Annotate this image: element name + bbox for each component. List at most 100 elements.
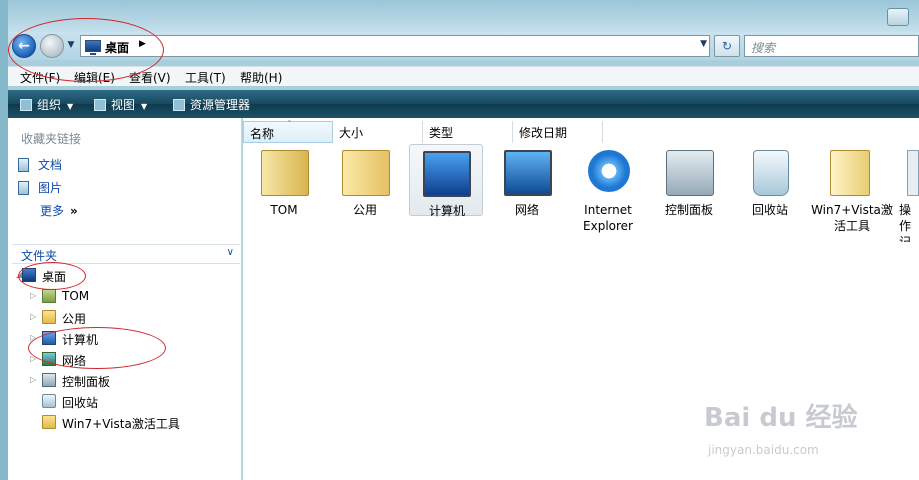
title-bar — [8, 0, 919, 32]
tree-label: 控制面板 — [62, 375, 111, 389]
forward-button[interactable] — [40, 34, 64, 58]
column-header-name[interactable]: ⌃ 名称 — [243, 119, 333, 143]
minimize-button[interactable] — [887, 8, 909, 26]
organize-icon — [20, 99, 32, 111]
column-header-date[interactable]: 修改日期 — [513, 121, 603, 143]
tree-label: 网络 — [62, 354, 87, 368]
chevron-right-icon[interactable]: ▶ — [139, 39, 146, 49]
user-folder-icon — [42, 289, 56, 303]
menu-edit[interactable]: 编辑(E) — [74, 69, 115, 86]
file-label: Internet Explorer — [583, 203, 633, 233]
views-button[interactable]: 视图 ▼ — [94, 96, 147, 113]
folder-icon — [830, 150, 870, 196]
watermark-logo: Bai du 经验 — [704, 403, 858, 433]
favorite-label: 图片 — [38, 181, 63, 195]
sort-ascending-icon: ⌃ — [286, 119, 293, 128]
address-location[interactable]: 桌面 — [105, 39, 129, 56]
tree-item-desktop[interactable]: ◢ 桌面 — [16, 266, 216, 286]
expander-icon[interactable]: ▷ — [30, 333, 36, 342]
tree-label: 公用 — [62, 312, 87, 326]
search-input[interactable]: 搜索 — [744, 35, 919, 57]
menu-help[interactable]: 帮助(H) — [240, 69, 282, 86]
computer-icon — [42, 331, 56, 345]
expander-icon[interactable]: ▷ — [30, 312, 36, 321]
file-label: 操作记 — [899, 203, 912, 242]
tree-label: TOM — [62, 289, 90, 303]
file-item-activator[interactable]: Win7+Vista激活工具 — [810, 144, 894, 242]
control-panel-icon — [666, 150, 714, 196]
file-item-internet-explorer[interactable]: Internet Explorer — [569, 144, 647, 242]
network-icon — [42, 352, 56, 366]
favorite-label: 文档 — [38, 158, 63, 172]
network-icon — [504, 150, 552, 196]
watermark-url: jingyan.baidu.com — [708, 443, 819, 457]
column-label: 名称 — [250, 127, 275, 141]
address-bar[interactable]: 桌面 ▶ ▼ — [80, 35, 710, 57]
double-chevron-icon: » — [70, 204, 78, 218]
address-toolbar: ← ▼ 桌面 ▶ ▼ ↻ 搜索 — [8, 32, 919, 60]
chevron-down-icon[interactable]: ∨ — [227, 247, 234, 258]
chevron-down-icon[interactable]: ▼ — [700, 39, 707, 49]
favorite-link-documents[interactable]: 文档 — [18, 156, 62, 174]
file-item-network[interactable]: 网络 — [488, 144, 566, 242]
chevron-down-icon: ▼ — [141, 102, 148, 111]
menu-view[interactable]: 查看(V) — [129, 69, 171, 86]
more-label: 更多 — [40, 204, 65, 218]
tree-item-recycle-bin[interactable]: 回收站 — [30, 392, 230, 412]
tree-item-activator[interactable]: Win7+Vista激活工具 — [30, 413, 240, 433]
back-button[interactable]: ← — [12, 34, 36, 58]
history-dropdown-icon[interactable]: ▼ — [66, 40, 76, 50]
column-header-size[interactable]: 大小 — [333, 121, 423, 143]
explorer-label: 资源管理器 — [190, 98, 251, 112]
file-label: 计算机 — [428, 204, 465, 218]
folders-label: 文件夹 — [21, 249, 58, 263]
tree-item-network[interactable]: ▷ 网络 — [30, 350, 230, 370]
column-label: 大小 — [339, 126, 364, 140]
favorite-link-pictures[interactable]: 图片 — [18, 179, 62, 197]
file-item-tom[interactable]: TOM — [245, 144, 323, 242]
file-label: 公用 — [352, 203, 377, 217]
refresh-button[interactable]: ↻ — [714, 35, 740, 57]
folder-icon — [42, 310, 56, 324]
recycle-bin-icon — [753, 150, 789, 196]
command-bar: 组织 ▼ 视图 ▼ 资源管理器 — [8, 90, 919, 118]
organize-button[interactable]: 组织 ▼ — [20, 96, 73, 113]
tree-item-control-panel[interactable]: ▷ 控制面板 — [30, 371, 230, 391]
file-item-public[interactable]: 公用 — [326, 144, 404, 242]
file-label: TOM — [270, 203, 298, 217]
more-links[interactable]: 更多 » — [40, 202, 78, 220]
folder-icon — [42, 415, 56, 429]
expander-icon[interactable]: ▷ — [30, 354, 36, 363]
folders-header[interactable]: 文件夹 ∨ — [12, 244, 240, 264]
tree-label: 桌面 — [42, 270, 67, 284]
explorer-button[interactable]: 资源管理器 — [173, 96, 250, 113]
recycle-bin-icon — [42, 394, 56, 408]
column-header-type[interactable]: 类型 — [423, 121, 513, 143]
internet-explorer-icon — [588, 150, 630, 192]
navigation-pane: 收藏夹链接 文档 图片 更多 » 文件夹 ∨ ◢ 桌面 ▷ TOM ▷ 公用 ▷ … — [8, 118, 242, 480]
user-folder-icon — [261, 150, 309, 196]
tree-item-computer[interactable]: ▷ 计算机 — [30, 329, 230, 349]
file-label: Win7+Vista激活工具 — [811, 203, 893, 233]
expander-icon[interactable]: ▷ — [30, 291, 36, 300]
file-item-control-panel[interactable]: 控制面板 — [650, 144, 728, 242]
tree-label: Win7+Vista激活工具 — [62, 417, 180, 431]
menu-bar: 文件(F) 编辑(E) 查看(V) 工具(T) 帮助(H) — [8, 66, 919, 86]
expander-icon[interactable]: ▷ — [30, 375, 36, 384]
file-item-computer[interactable]: 计算机 — [409, 144, 483, 218]
menu-file[interactable]: 文件(F) — [20, 69, 60, 86]
column-label: 类型 — [429, 126, 454, 140]
menu-tools[interactable]: 工具(T) — [185, 69, 226, 86]
file-label: 回收站 — [751, 203, 788, 217]
tree-item-tom[interactable]: ▷ TOM — [30, 287, 230, 307]
documents-icon — [18, 158, 29, 172]
tree-item-public[interactable]: ▷ 公用 — [30, 308, 230, 328]
file-item-shortcut[interactable]: 操作记 — [897, 144, 919, 242]
file-label: 网络 — [514, 203, 539, 217]
file-item-recycle-bin[interactable]: 回收站 — [731, 144, 809, 242]
file-label: 控制面板 — [664, 203, 713, 217]
views-label: 视图 — [111, 98, 136, 112]
control-panel-icon — [42, 373, 56, 387]
computer-icon — [423, 151, 471, 197]
organize-label: 组织 — [37, 98, 62, 112]
